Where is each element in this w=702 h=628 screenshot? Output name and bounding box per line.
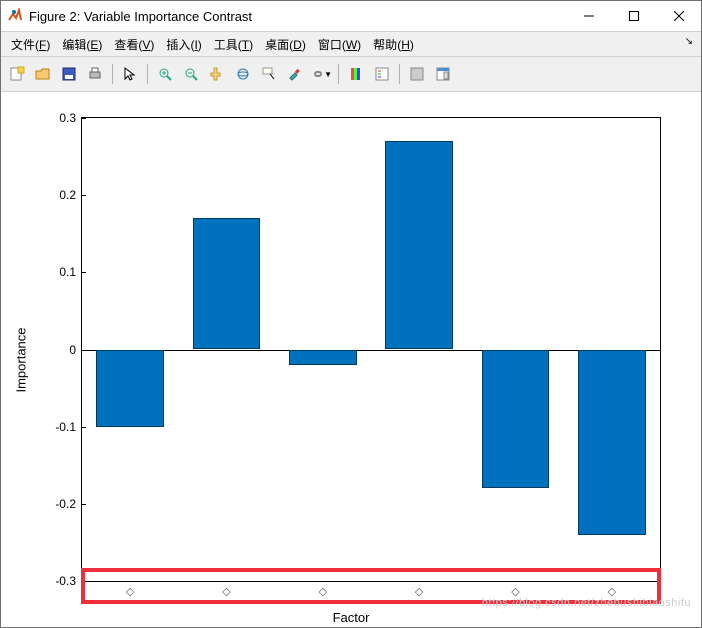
menu-help[interactable]: 帮助(H) <box>369 34 418 55</box>
bar <box>193 218 260 349</box>
bar <box>96 350 163 427</box>
dock-figure-button[interactable] <box>431 62 455 86</box>
menu-insert[interactable]: 插入(I) <box>162 34 205 55</box>
titlebar: Figure 2: Variable Importance Contrast <box>1 1 701 32</box>
toolbar-separator <box>338 64 339 84</box>
menu-file[interactable]: 文件(F) <box>7 34 54 55</box>
figure-window: Figure 2: Variable Importance Contrast 文… <box>0 0 702 628</box>
data-cursor-button[interactable] <box>257 62 281 86</box>
bar <box>385 141 452 349</box>
print-button[interactable] <box>83 62 107 86</box>
link-plots-button[interactable]: ▼ <box>309 62 333 86</box>
menu-edit[interactable]: 编辑(E) <box>58 34 106 55</box>
zero-line <box>82 350 660 351</box>
new-figure-button[interactable] <box>5 62 29 86</box>
toolbar-separator <box>399 64 400 84</box>
menu-view[interactable]: 查看(V) <box>110 34 158 55</box>
highlight-annotation <box>81 568 661 604</box>
close-button[interactable] <box>656 1 701 31</box>
axes[interactable]: -0.3-0.2-0.100.10.20.3◇◇◇◇◇◇ <box>81 117 661 582</box>
y-tick-label: 0.1 <box>59 265 82 279</box>
y-tick-label: 0.2 <box>59 188 82 202</box>
hide-plot-tools-button[interactable] <box>405 62 429 86</box>
bar <box>289 350 356 365</box>
toolbar-separator <box>112 64 113 84</box>
y-axis-label: Importance <box>14 327 29 392</box>
open-button[interactable] <box>31 62 55 86</box>
maximize-button[interactable] <box>611 1 656 31</box>
pointer-button[interactable] <box>118 62 142 86</box>
bar <box>578 350 645 535</box>
zoom-in-button[interactable] <box>153 62 177 86</box>
y-tick-label: -0.2 <box>55 497 82 511</box>
insert-legend-button[interactable] <box>370 62 394 86</box>
y-tick-label: -0.1 <box>55 420 82 434</box>
insert-colorbar-button[interactable] <box>344 62 368 86</box>
y-tick-label: 0.3 <box>59 111 82 125</box>
y-tick-label: -0.3 <box>55 574 82 588</box>
figure-canvas[interactable]: Importance -0.3-0.2-0.100.10.20.3◇◇◇◇◇◇ … <box>1 92 701 627</box>
pan-button[interactable] <box>205 62 229 86</box>
brush-button[interactable] <box>283 62 307 86</box>
zoom-out-button[interactable] <box>179 62 203 86</box>
menu-desktop[interactable]: 桌面(D) <box>261 34 310 55</box>
toolbar: ▼ <box>1 57 701 92</box>
save-button[interactable] <box>57 62 81 86</box>
toolbar-separator <box>147 64 148 84</box>
menu-tools[interactable]: 工具(T) <box>210 34 257 55</box>
menu-overflow-icon[interactable]: ↘ <box>685 36 693 47</box>
x-axis-label: Factor <box>333 610 370 625</box>
menu-window[interactable]: 窗口(W) <box>314 34 365 55</box>
window-title: Figure 2: Variable Importance Contrast <box>29 9 566 24</box>
matlab-logo-icon <box>7 8 23 24</box>
rotate-3d-button[interactable] <box>231 62 255 86</box>
minimize-button[interactable] <box>566 1 611 31</box>
menubar: 文件(F) 编辑(E) 查看(V) 插入(I) 工具(T) 桌面(D) 窗口(W… <box>1 32 701 57</box>
bar <box>482 350 549 489</box>
